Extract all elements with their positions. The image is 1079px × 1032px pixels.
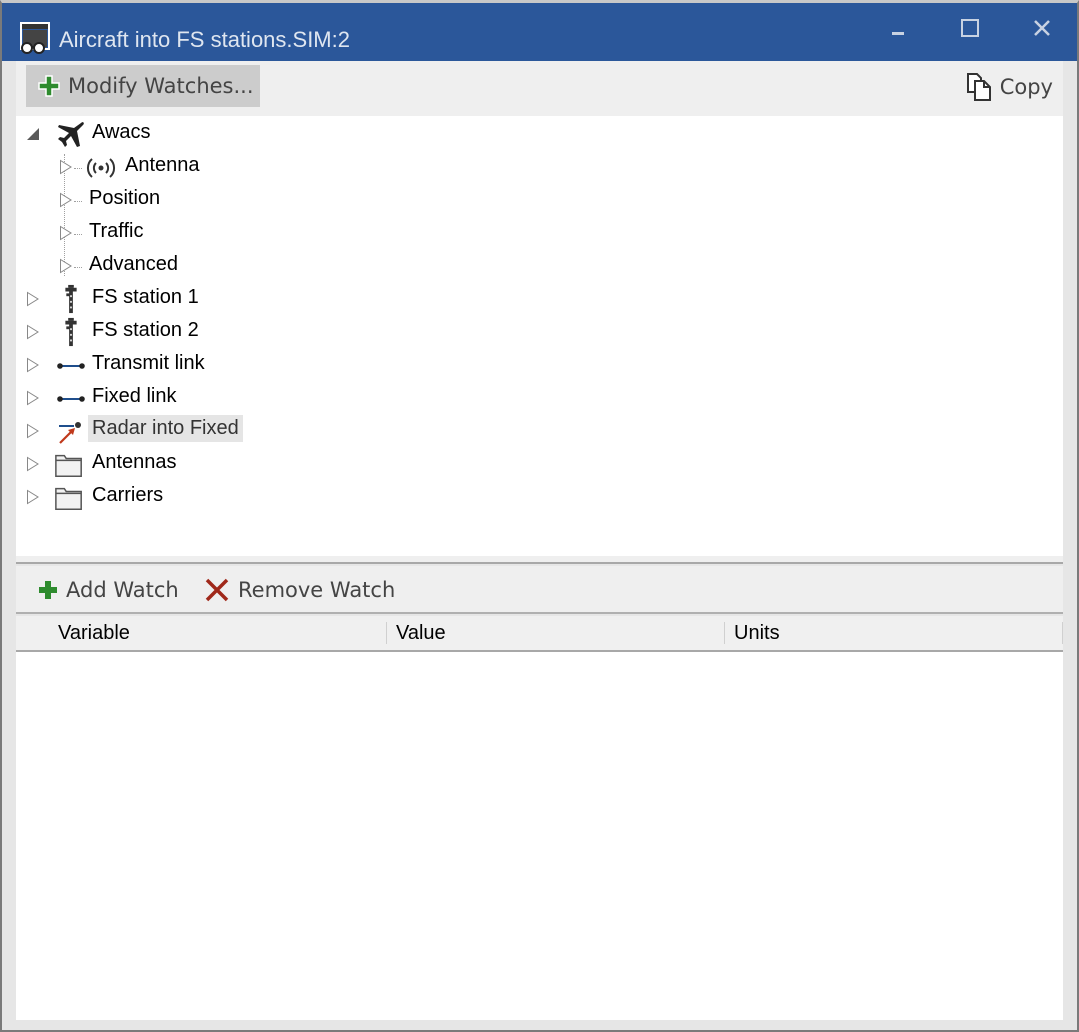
tree-item-label: FS station 1 bbox=[92, 286, 199, 308]
plus-icon bbox=[38, 75, 60, 97]
tree-guide bbox=[74, 267, 82, 268]
window-title: Aircraft into FS stations.SIM:2 bbox=[59, 27, 350, 52]
link-icon bbox=[57, 363, 85, 369]
tree-guide bbox=[74, 234, 82, 235]
airplane-icon bbox=[58, 122, 84, 147]
tree-item-label: Position bbox=[89, 187, 161, 209]
folder-icon bbox=[55, 454, 82, 477]
maximize-icon bbox=[961, 19, 979, 37]
remove-watch-button[interactable]: Remove Watch bbox=[204, 574, 395, 606]
watch-window: Aircraft into FS stations.SIM:2 Modify W… bbox=[0, 0, 1079, 1032]
column-header-value[interactable]: Value bbox=[396, 616, 446, 650]
folder-icon bbox=[55, 487, 82, 510]
tower-icon bbox=[65, 284, 77, 314]
remove-x-icon bbox=[205, 578, 229, 602]
expand-triangle-icon[interactable] bbox=[26, 291, 40, 307]
remove-watch-label: Remove Watch bbox=[238, 578, 396, 602]
close-button[interactable] bbox=[1022, 13, 1062, 43]
tree-item-label: Fixed link bbox=[92, 385, 177, 407]
expand-triangle-icon[interactable] bbox=[26, 390, 40, 406]
expand-triangle-icon[interactable] bbox=[26, 423, 40, 439]
object-tree[interactable]: Awacs Antenna Position Traffic Advanced … bbox=[16, 116, 1063, 556]
modify-watches-button[interactable]: Modify Watches... bbox=[26, 65, 260, 107]
tree-guide bbox=[74, 168, 82, 169]
expand-triangle-icon[interactable] bbox=[59, 225, 73, 241]
column-header-units[interactable]: Units bbox=[734, 616, 780, 650]
expand-triangle-icon[interactable] bbox=[26, 324, 40, 340]
tower-icon bbox=[65, 317, 77, 347]
expand-triangle-icon[interactable] bbox=[26, 357, 40, 373]
app-icon bbox=[20, 22, 50, 54]
add-watch-button[interactable]: Add Watch bbox=[38, 574, 179, 606]
tree-item-label: Advanced bbox=[89, 253, 178, 275]
modify-watches-label: Modify Watches... bbox=[68, 74, 254, 98]
copy-button[interactable]: Copy bbox=[966, 69, 1053, 105]
copy-icon bbox=[966, 73, 991, 101]
expand-triangle-icon[interactable] bbox=[26, 489, 40, 505]
collapse-triangle-icon[interactable] bbox=[26, 126, 40, 142]
top-toolbar: Modify Watches... Copy bbox=[16, 61, 1063, 116]
watch-grid-header: Variable Value Units bbox=[16, 616, 1063, 652]
interference-icon bbox=[59, 422, 81, 444]
close-icon bbox=[1034, 20, 1050, 36]
link-icon bbox=[57, 396, 85, 402]
tree-item-label: Carriers bbox=[92, 484, 164, 506]
tree-item-label: Antennas bbox=[92, 451, 177, 473]
tree-item-label: Antenna bbox=[125, 154, 200, 176]
expand-triangle-icon[interactable] bbox=[59, 258, 73, 274]
watch-grid-body[interactable] bbox=[16, 652, 1063, 1020]
expand-triangle-icon[interactable] bbox=[59, 159, 73, 175]
antenna-icon bbox=[86, 158, 116, 178]
minimize-icon bbox=[892, 32, 904, 35]
maximize-button[interactable] bbox=[950, 13, 990, 43]
expand-triangle-icon[interactable] bbox=[59, 192, 73, 208]
tree-guide bbox=[74, 201, 82, 202]
column-separator[interactable] bbox=[1062, 622, 1063, 644]
panel-splitter[interactable] bbox=[16, 556, 1063, 564]
column-separator[interactable] bbox=[724, 622, 725, 644]
add-watch-label: Add Watch bbox=[66, 578, 179, 602]
copy-label: Copy bbox=[999, 75, 1053, 99]
minimize-button[interactable] bbox=[878, 13, 918, 43]
tree-item-label: FS station 2 bbox=[92, 319, 199, 341]
watch-toolbar: Add Watch Remove Watch bbox=[16, 566, 1063, 614]
tree-item-label: Transmit link bbox=[92, 352, 205, 374]
expand-triangle-icon[interactable] bbox=[26, 456, 40, 472]
title-bar[interactable]: Aircraft into FS stations.SIM:2 bbox=[2, 3, 1077, 61]
plus-icon bbox=[39, 581, 57, 599]
column-header-variable[interactable]: Variable bbox=[58, 616, 130, 650]
tree-item-label: Traffic bbox=[89, 220, 144, 242]
tree-item-label: Radar into Fixed bbox=[88, 415, 243, 442]
tree-item-label: Awacs bbox=[92, 121, 151, 143]
column-separator[interactable] bbox=[386, 622, 387, 644]
